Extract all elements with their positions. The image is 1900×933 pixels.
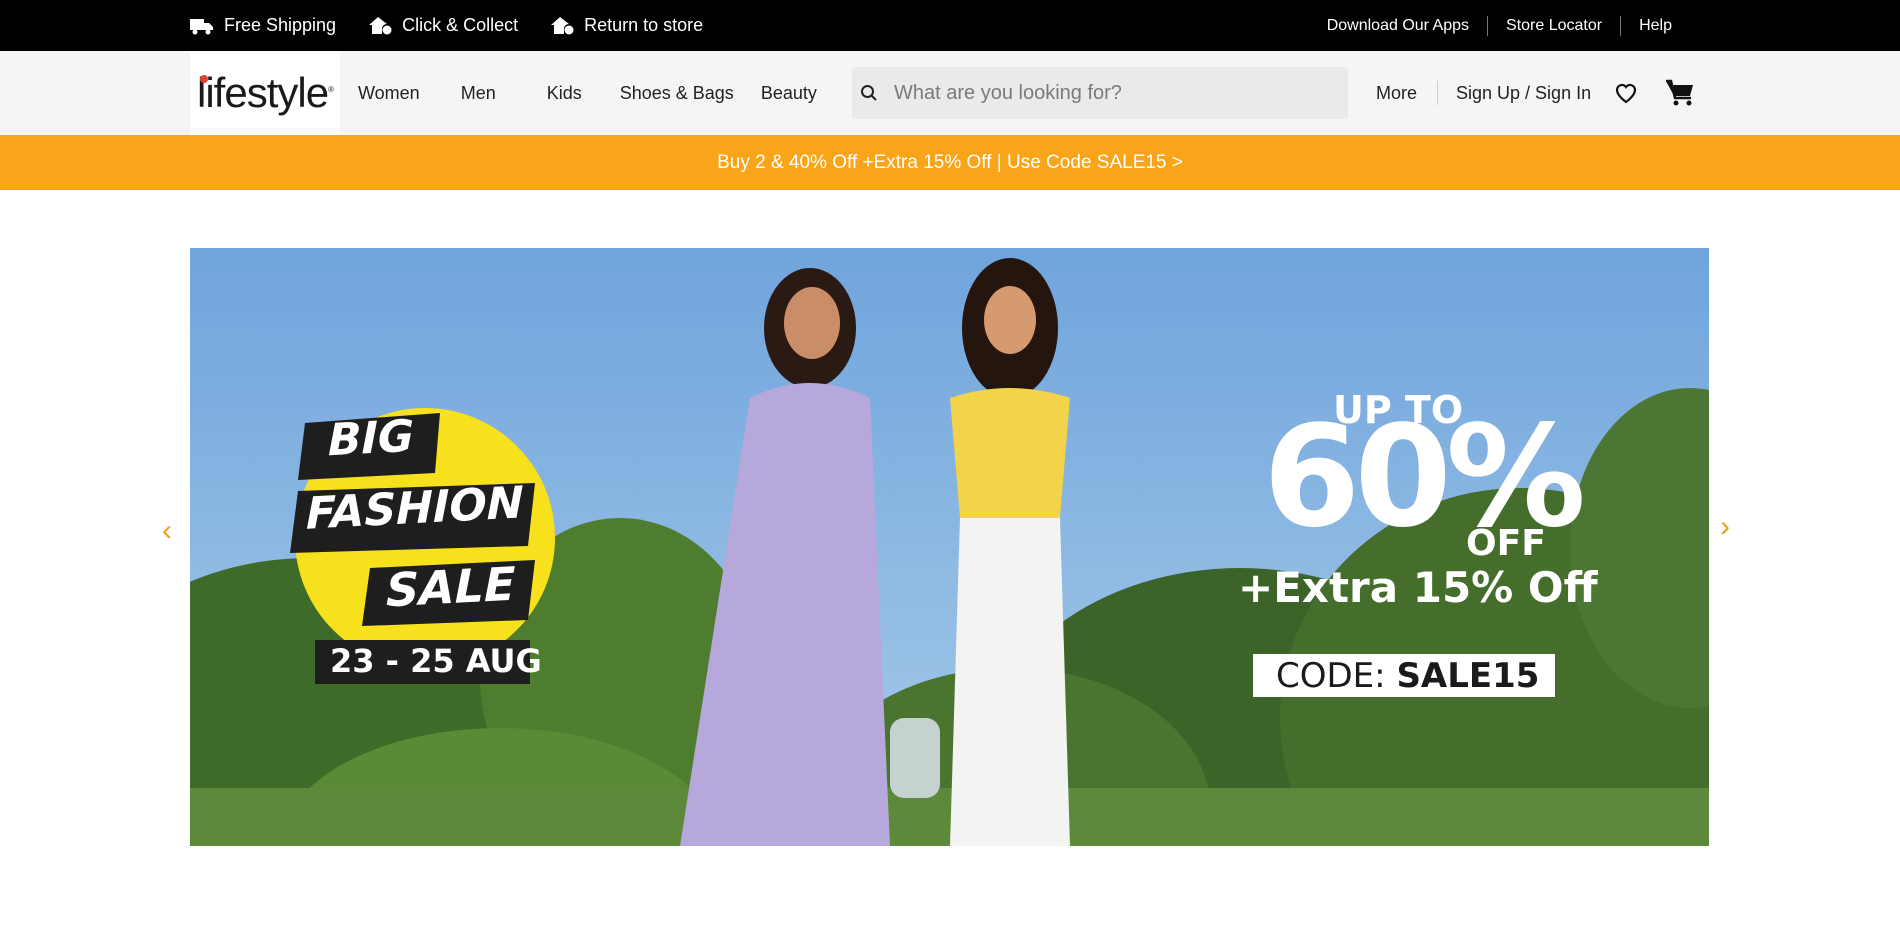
sale-dates: 23 - 25 AUG (330, 642, 542, 680)
more-menu[interactable]: More (1376, 83, 1417, 104)
cart-button[interactable] (1665, 79, 1695, 107)
perk-click-collect[interactable]: Click & Collect (368, 15, 518, 36)
logo-dot (200, 75, 209, 83)
utility-links: Download Our Apps Store Locator Help (1309, 0, 1690, 51)
badge-line-big: BIG (328, 410, 415, 467)
logo: lifestyle® (197, 69, 334, 116)
logo-text: lifestyle (197, 69, 329, 116)
home-check-icon (369, 16, 392, 34)
code-value: SALE15 (1396, 656, 1540, 696)
hero-banner[interactable]: BIG FASHION SALE 23 - 25 AUG UP TO 60% O… (190, 248, 1709, 846)
promo-text: Buy 2 & 40% Off +Extra 15% Off | Use Cod… (717, 151, 1183, 173)
carousel-prev-button[interactable]: ‹ (162, 514, 172, 548)
signin-link[interactable]: Sign Up / Sign In (1456, 83, 1591, 104)
link-download-apps[interactable]: Download Our Apps (1309, 17, 1487, 35)
header-actions: More Sign Up / Sign In (1376, 51, 1695, 135)
link-store-locator[interactable]: Store Locator (1488, 17, 1620, 35)
heart-icon (1616, 83, 1637, 104)
offer-off: OFF (1466, 523, 1546, 564)
offer-code: CODE: SALE15 (1276, 656, 1539, 696)
search-input[interactable] (894, 81, 1294, 105)
primary-nav: Women Men Kids Shoes & Bags Beauty (358, 51, 817, 135)
carousel-next-button[interactable]: › (1720, 510, 1730, 544)
perk-free-shipping[interactable]: Free Shipping (190, 15, 336, 36)
divider (1437, 81, 1439, 105)
wishlist-button[interactable] (1613, 81, 1639, 105)
cart-icon (1666, 79, 1694, 106)
offer-extra: +Extra 15% Off (1238, 563, 1598, 612)
logo-link[interactable]: lifestyle® (190, 51, 340, 135)
badge-line-sale: SALE (386, 556, 516, 618)
perk-label: Click & Collect (402, 15, 519, 35)
truck-icon (190, 18, 213, 34)
top-utility-bar: Free Shipping Click & Collect Return to … (0, 0, 1900, 51)
nav-men[interactable]: Men (461, 83, 496, 104)
promo-banner[interactable]: Buy 2 & 40% Off +Extra 15% Off | Use Cod… (0, 135, 1900, 190)
perk-return-to-store[interactable]: Return to store (550, 15, 703, 36)
search-box[interactable] (852, 67, 1348, 119)
main-header: lifestyle® Women Men Kids Shoes & Bags B… (0, 51, 1900, 135)
perks-list: Free Shipping Click & Collect Return to … (190, 0, 703, 51)
home-return-icon (551, 16, 574, 34)
code-label: CODE: (1276, 656, 1386, 696)
perk-label: Return to store (584, 15, 704, 35)
nav-beauty[interactable]: Beauty (761, 83, 817, 104)
nav-shoes-bags[interactable]: Shoes & Bags (620, 83, 734, 104)
nav-kids[interactable]: Kids (547, 83, 582, 104)
link-help[interactable]: Help (1621, 17, 1690, 35)
search-icon (861, 85, 877, 101)
nav-women[interactable]: Women (358, 83, 420, 104)
perk-label: Free Shipping (224, 15, 337, 35)
